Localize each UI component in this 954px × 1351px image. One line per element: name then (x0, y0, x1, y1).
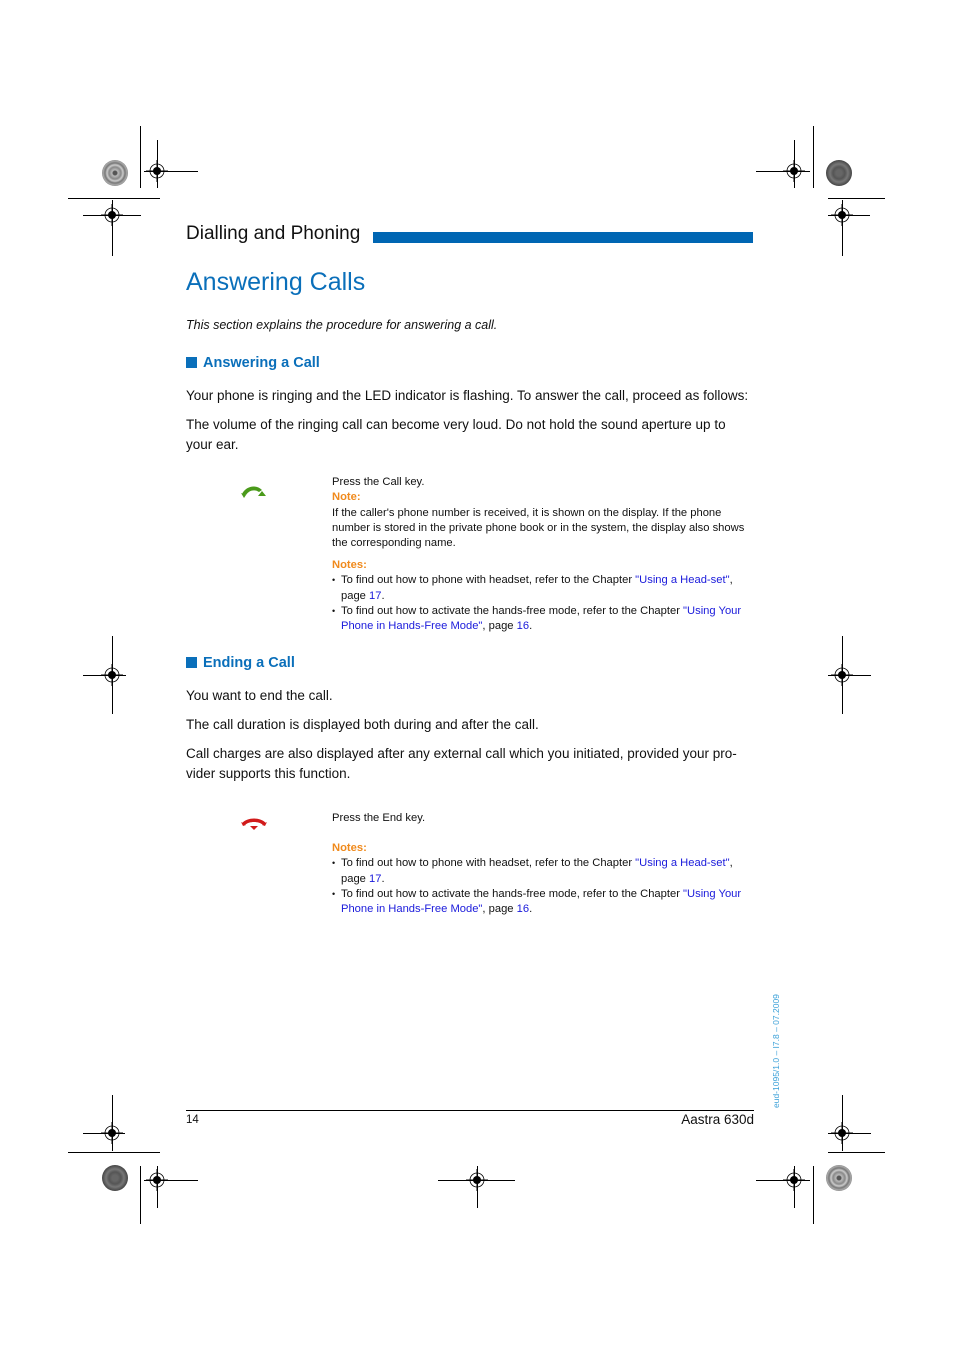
crop-line (756, 171, 810, 172)
document-id: eud-1095/1.0 – I7.8 – 07.2009 (771, 994, 781, 1108)
section-heading-label: Ending a Call (203, 655, 295, 671)
product-model: Aastra 630d (681, 1112, 754, 1127)
chapter-link-headset[interactable]: "Using a Head-set" (635, 574, 729, 586)
crop-line (828, 1152, 885, 1153)
registration-disc-icon (826, 160, 852, 186)
crop-line (756, 1180, 810, 1181)
note-text: . (529, 620, 533, 633)
crop-line (842, 1095, 843, 1151)
page-title: Answering Calls (186, 268, 366, 296)
page-link[interactable]: 17 (369, 590, 381, 602)
note-text: . (381, 589, 385, 602)
notes-label: Notes: (332, 559, 367, 571)
paragraph: Your phone is ringing and the LED indica… (186, 388, 749, 403)
end-key-icon (241, 818, 267, 830)
crop-line (140, 126, 141, 188)
note-text: , page (482, 620, 517, 633)
registration-disc-icon (826, 1165, 852, 1191)
page-number: 14 (186, 1114, 199, 1126)
crop-line (828, 215, 870, 216)
crop-line (477, 1166, 478, 1208)
note-item: To find out how to phone with headset, r… (332, 573, 752, 604)
crop-line (157, 140, 158, 188)
crop-line (112, 200, 113, 256)
crop-line (83, 675, 126, 676)
step-instruction: Press the End key. (332, 812, 426, 824)
footer-divider (186, 1110, 754, 1111)
notes-list: To find out how to phone with headset, r… (332, 856, 752, 917)
crop-line (144, 1180, 198, 1181)
notes-list: To find out how to phone with headset, r… (332, 573, 752, 634)
crop-line (828, 675, 871, 676)
crop-line (68, 198, 160, 199)
notes-block-ending: Notes: To find out how to phone with hea… (332, 841, 752, 917)
note-item: To find out how to phone with headset, r… (332, 856, 752, 887)
note-item: To find out how to activate the hands-fr… (332, 887, 752, 918)
call-key-icon (241, 486, 266, 498)
note-text: To find out how to activate the hands-fr… (341, 604, 684, 617)
crop-line (112, 1095, 113, 1151)
note-text: To find out how to activate the hands-fr… (341, 887, 684, 900)
section-heading-answering: Answering a Call (186, 355, 320, 371)
square-bullet-icon (186, 357, 197, 368)
page-link[interactable]: 16 (517, 903, 529, 915)
crop-line (140, 1166, 141, 1224)
paragraph: The call duration is displayed both duri… (186, 717, 539, 732)
crop-line (842, 200, 843, 256)
crop-line (813, 1166, 814, 1224)
note-text: , page (482, 903, 517, 916)
step-end: Press the End key. (332, 811, 752, 826)
crop-line (828, 1133, 871, 1134)
paragraph: Call charges are also displayed after an… (186, 746, 737, 781)
step-instruction: Press the Call key. (332, 476, 425, 488)
section-heading-ending: Ending a Call (186, 655, 295, 671)
crop-line (813, 126, 814, 188)
note-text: To find out how to phone with headset, r… (341, 574, 636, 587)
square-bullet-icon (186, 657, 197, 668)
notes-block-answering: Notes: To find out how to phone with hea… (332, 558, 752, 634)
notes-label: Notes: (332, 842, 367, 854)
note-label: Note: (332, 491, 361, 504)
page-link[interactable]: 17 (369, 873, 381, 885)
paragraph: You want to end the call. (186, 688, 333, 703)
note-text: To find out how to phone with headset, r… (341, 857, 636, 870)
paragraph: The volume of the ringing call can becom… (186, 417, 726, 452)
crop-line (112, 636, 113, 714)
crop-line (794, 140, 795, 188)
note-item: To find out how to activate the hands-fr… (332, 604, 752, 635)
note-text: . (529, 903, 533, 916)
chapter-link-headset[interactable]: "Using a Head-set" (635, 857, 729, 869)
note-text: If the caller's phone number is received… (332, 506, 745, 550)
intro-text: This section explains the procedure for … (186, 318, 498, 332)
page-link[interactable]: 16 (517, 620, 529, 632)
chapter-accent-bar (373, 232, 753, 243)
chapter-title: Dialling and Phoning (186, 223, 361, 244)
section-heading-label: Answering a Call (203, 355, 320, 371)
crop-line (83, 1133, 125, 1134)
crop-line (68, 1152, 160, 1153)
crop-line (842, 636, 843, 714)
crop-line (828, 198, 885, 199)
crop-line (144, 171, 198, 172)
crop-line (794, 1166, 795, 1208)
crop-line (157, 1166, 158, 1208)
registration-disc-icon (102, 1165, 128, 1191)
registration-disc-icon (102, 160, 128, 186)
note-text: . (381, 872, 385, 885)
step-answer: Press the Call key. Note: If the caller'… (332, 475, 752, 551)
